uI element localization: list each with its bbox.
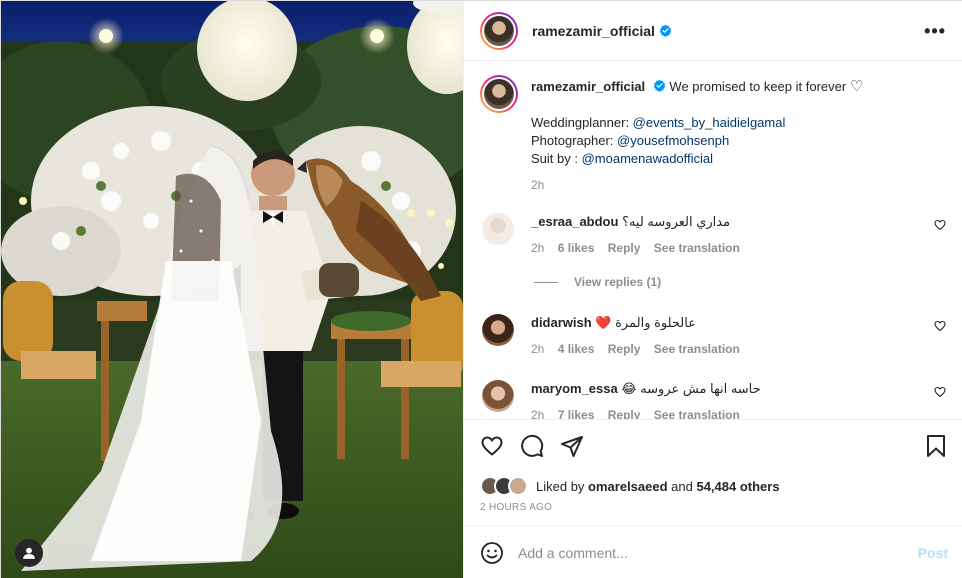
post-dialog: ramezamir_official ••• ramezamir_officia… bbox=[0, 0, 962, 578]
save-bookmark-icon[interactable] bbox=[924, 434, 948, 458]
liked-by-user-link[interactable]: omarelsaeed bbox=[588, 479, 668, 494]
red-heart-emoji: ❤️ bbox=[595, 315, 612, 330]
post-header: ramezamir_official ••• bbox=[464, 1, 962, 61]
commenter-avatar[interactable] bbox=[482, 314, 514, 346]
person-icon bbox=[23, 547, 35, 559]
comment-like-heart-icon[interactable] bbox=[934, 219, 946, 231]
comment-input[interactable] bbox=[518, 544, 898, 561]
author-avatar[interactable] bbox=[480, 11, 518, 50]
reply-button[interactable]: Reply bbox=[608, 342, 641, 356]
comment-text: حاسه انها مش عروسه bbox=[640, 381, 761, 396]
caption-text: We promised to keep it forever bbox=[669, 79, 847, 94]
verified-badge-icon bbox=[659, 24, 672, 37]
verified-badge-icon bbox=[653, 79, 665, 92]
comment-likes[interactable]: 7 likes bbox=[558, 408, 595, 419]
post-timestamp: 2 HOURS AGO bbox=[480, 502, 553, 513]
see-translation-button[interactable]: See translation bbox=[654, 342, 740, 356]
comment-time: 2h bbox=[531, 241, 545, 255]
caption-username[interactable]: ramezamir_official bbox=[531, 79, 645, 94]
liker-avatar[interactable] bbox=[508, 476, 528, 496]
comment-time: 2h bbox=[531, 342, 545, 356]
likes-summary: Liked by omarelsaeed and 54,484 others bbox=[480, 476, 780, 496]
commenter-avatar[interactable] bbox=[482, 380, 514, 412]
see-translation-button[interactable]: See translation bbox=[654, 408, 740, 419]
caption-author-avatar[interactable] bbox=[480, 75, 518, 113]
comment-like-heart-icon[interactable] bbox=[934, 320, 946, 332]
post-side-panel: ramezamir_official ••• ramezamir_officia… bbox=[463, 1, 962, 578]
suit-mention-link[interactable]: @moamenawadofficial bbox=[582, 151, 713, 166]
tagged-users-button[interactable] bbox=[15, 539, 43, 567]
commenter-avatar[interactable] bbox=[482, 213, 514, 245]
white-heart-emoji: ♡ bbox=[849, 78, 864, 95]
post-comment-button[interactable]: Post bbox=[918, 545, 948, 561]
share-paper-plane-icon[interactable] bbox=[560, 434, 584, 458]
planner-mention-link[interactable]: @events_by_haidielgamal bbox=[633, 115, 786, 130]
add-comment-bar: Post bbox=[464, 525, 962, 578]
reply-button[interactable]: Reply bbox=[608, 241, 641, 255]
caption-line-planner-label: Weddingplanner: bbox=[531, 115, 633, 130]
reply-button[interactable]: Reply bbox=[608, 408, 641, 419]
caption-line-photographer-label: Photographer: bbox=[531, 133, 618, 148]
comment-time: 2h bbox=[531, 408, 545, 419]
caption-time: 2h bbox=[531, 178, 545, 192]
comment-username[interactable]: didarwish bbox=[531, 315, 592, 330]
wedding-photo-illustration bbox=[1, 1, 463, 578]
comments-section[interactable]: ramezamir_official We promised to keep i… bbox=[464, 61, 962, 419]
liked-by-others-link[interactable]: 54,484 others bbox=[696, 479, 779, 494]
photographer-mention-link[interactable]: @yousefmohsenph bbox=[617, 133, 729, 148]
comment-likes[interactable]: 4 likes bbox=[558, 342, 595, 356]
comment-text: مداري العروسه ليه؟ bbox=[622, 214, 731, 229]
comment-username[interactable]: _esraa_abdou bbox=[531, 214, 618, 229]
author-username[interactable]: ramezamir_official bbox=[532, 23, 655, 39]
post-photo[interactable] bbox=[1, 1, 463, 578]
comment-likes[interactable]: 6 likes bbox=[558, 241, 595, 255]
more-options-button[interactable]: ••• bbox=[924, 21, 946, 42]
post-actions: Liked by omarelsaeed and 54,484 others 2… bbox=[464, 419, 962, 525]
caption-line-suit-label: Suit by : bbox=[531, 151, 582, 166]
comment-text: عالحلوة والمرة bbox=[615, 315, 696, 330]
comment-bubble-icon[interactable] bbox=[520, 434, 544, 458]
emoji-picker-icon[interactable] bbox=[480, 541, 504, 565]
laughing-emoji: 😂 bbox=[621, 381, 637, 396]
view-replies-button[interactable]: View replies (1) bbox=[534, 275, 661, 289]
like-heart-icon[interactable] bbox=[480, 434, 504, 458]
comment-username[interactable]: maryom_essa bbox=[531, 381, 618, 396]
comment-like-heart-icon[interactable] bbox=[934, 386, 946, 398]
see-translation-button[interactable]: See translation bbox=[654, 241, 740, 255]
